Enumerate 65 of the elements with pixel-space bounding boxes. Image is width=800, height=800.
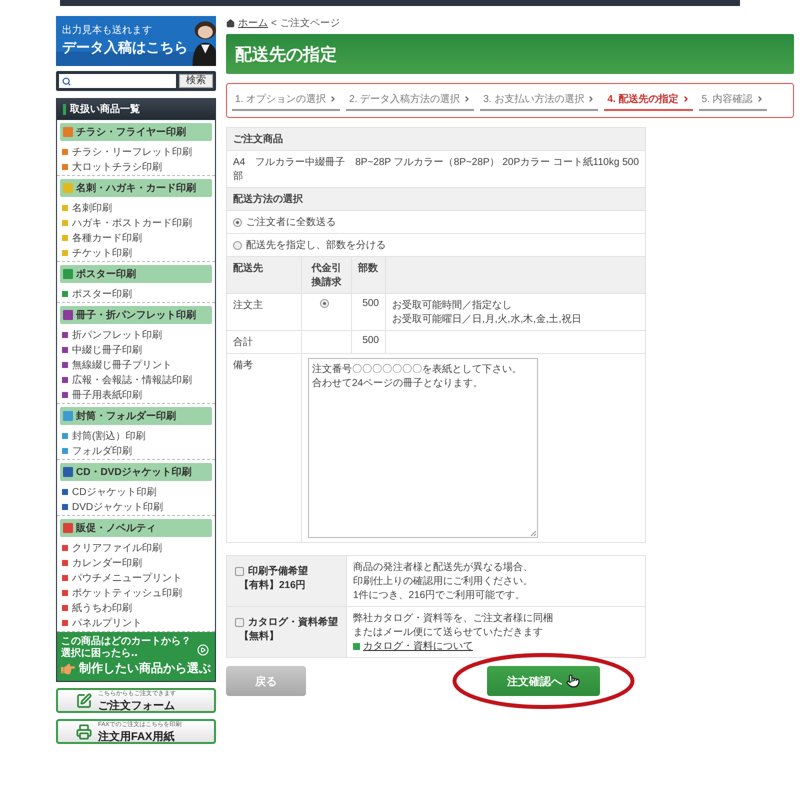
category-link[interactable]: チケット印刷 [60, 245, 212, 260]
table-cell: 備考 [226, 354, 302, 542]
category-link[interactable]: ハガキ・ポストカード印刷 [60, 215, 212, 230]
category-link[interactable]: CDジャケット印刷 [60, 484, 212, 499]
delivery-notes: お受取可能時間／指定なし お受取可能曜日／日,月,火,水,木,金,土,祝日 [386, 294, 646, 330]
banner-title: データ入稿はこちら [62, 39, 188, 57]
column-header: 配送先 [226, 256, 302, 294]
guide-link[interactable]: 制作したい商品から選ぶ [61, 660, 211, 677]
option-description: 商品の発注者様と配送先が異なる場合、 印刷仕上りの確認用にご利用ください。 1件につき、216円でご利用可能です。 [353, 560, 534, 602]
category-link[interactable]: カレンダー印刷 [60, 555, 212, 570]
breadcrumb-current: ご注文ページ [280, 16, 340, 30]
step-tab[interactable]: 2. データ入稿方法の選択 [346, 90, 474, 111]
remarks-field[interactable]: 注文番号〇〇〇〇〇〇〇を表紙として下さい。 合わせて24ページの冊子となります。 [308, 358, 538, 538]
category-title[interactable]: 封筒・フォルダー印刷 [60, 407, 212, 425]
category-link[interactable]: DVDジャケット印刷 [60, 499, 212, 514]
option-description: 弊社カタログ・資料等を、ご注文者様に同梱 またはメール便にて送らせていただきます [353, 612, 554, 639]
category-link[interactable]: ポスター印刷 [60, 286, 212, 301]
column-header: 部数 [352, 256, 386, 294]
table-cell: 500 [352, 330, 386, 354]
category-title[interactable]: チラシ・フライヤー印刷 [60, 123, 212, 141]
category-title[interactable]: 販促・ノベルティ [60, 519, 212, 537]
category-title[interactable]: CD・DVDジャケット印刷 [60, 463, 212, 481]
category-link[interactable]: パウチメニュープリント [60, 570, 212, 585]
category-link[interactable]: 名刺印刷 [60, 200, 212, 215]
guide-text: 選択に困ったら‥ [61, 648, 138, 659]
step-tab[interactable]: 3. お支払い方法の選択 [480, 90, 598, 111]
banner-caption: 出力見本も送れます [62, 24, 153, 37]
guide-text: この商品はどのカートから？ [61, 636, 191, 647]
category-link[interactable]: 折パンフレット印刷 [60, 327, 212, 342]
page-title: 配送先の指定 [226, 34, 794, 74]
category-link[interactable]: 冊子用表紙印刷 [60, 387, 212, 402]
table-cell: 注文主 [226, 294, 302, 330]
step-tab[interactable]: 4. 配送先の指定 [604, 90, 692, 111]
step-tab[interactable]: 1. オプションの選択 [232, 90, 340, 111]
category-link[interactable]: 広報・会報誌・情報誌印刷 [60, 372, 212, 387]
category-link[interactable]: パネルプリント [60, 615, 212, 630]
category-link[interactable]: 封筒(割込）印刷 [60, 428, 212, 443]
category-link[interactable]: チラシ・リーフレット印刷 [60, 144, 212, 159]
category-link[interactable]: 大ロットチラシ印刷 [60, 159, 212, 174]
category-link[interactable]: 無線綴じ冊子プリント [60, 357, 212, 372]
search-button[interactable]: 検索 [179, 74, 213, 88]
category-link[interactable]: 各種カード印刷 [60, 230, 212, 245]
option-price: 【無料】 [238, 630, 280, 643]
category-title[interactable]: 名刺・ハガキ・カード印刷 [60, 179, 212, 197]
table-cell: 合計 [226, 330, 302, 354]
table-cell: 500 [352, 294, 386, 330]
category-heading: 取扱い商品一覧 [57, 98, 215, 120]
step-tab[interactable]: 5. 内容確認 [698, 90, 767, 111]
catalog-link[interactable]: カタログ・資料について [353, 639, 473, 653]
category-link[interactable]: クリアファイル印刷 [60, 540, 212, 555]
breadcrumb-separator: < [271, 18, 277, 28]
column-header: 代金引換請求 [302, 256, 352, 294]
breadcrumb-link[interactable]: ホーム [238, 16, 268, 30]
confirm-order-button[interactable]: 注文確認へ [487, 666, 600, 696]
category-link[interactable]: 中綴じ冊子印刷 [60, 342, 212, 357]
category-link[interactable]: ポケットティッシュ印刷 [60, 585, 212, 600]
option-title: 印刷予備希望 [248, 566, 308, 577]
category-link[interactable]: 紙うちわ印刷 [60, 600, 212, 615]
option-price: 【有料】216円 [238, 578, 307, 592]
category-link[interactable]: フォルダ印刷 [60, 443, 212, 458]
section-heading: ご注文商品 [226, 128, 646, 150]
option-title: カタログ・資料希望 [248, 617, 338, 628]
category-title[interactable]: ポスター印刷 [60, 265, 212, 283]
section-heading: 配送方法の選択 [226, 188, 646, 210]
category-title[interactable]: 冊子・折パンフレット印刷 [60, 306, 212, 324]
